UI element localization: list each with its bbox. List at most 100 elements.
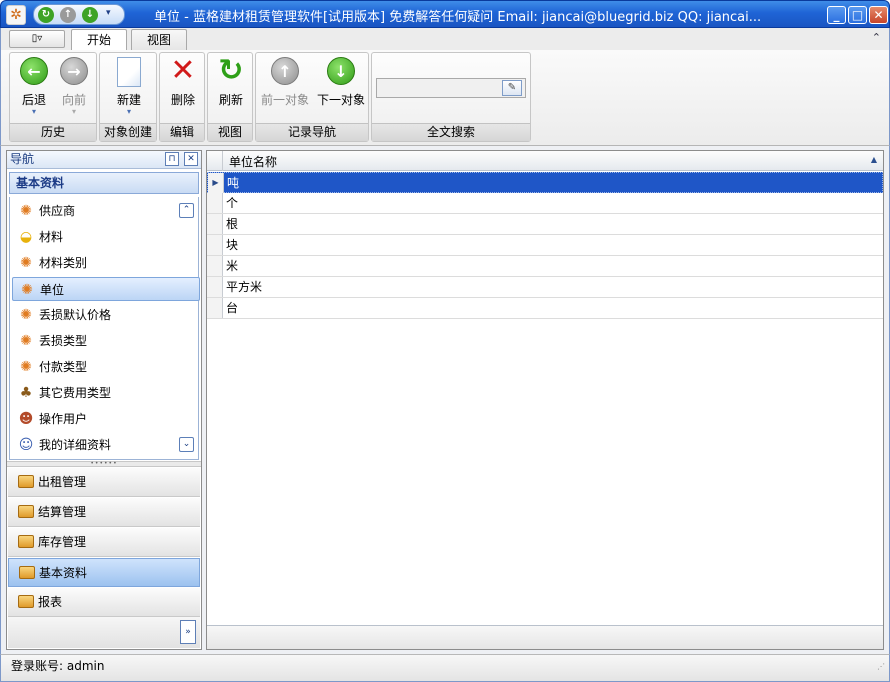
quick-access-dropdown-icon[interactable]: ▾ <box>106 8 111 18</box>
back-button[interactable]: ← 后退 ▾ <box>16 57 52 116</box>
forward-button[interactable]: → 向前 ▾ <box>56 57 92 116</box>
hardhat-icon: ◒ <box>19 229 33 245</box>
navigation-header: 导航 ⊓ ✕ <box>7 151 201 169</box>
scroll-down-icon[interactable]: ⌄ <box>179 437 194 452</box>
nav-item-other-fee-type[interactable]: ♣ 其它费用类型 <box>12 381 200 405</box>
nav-item-my-details[interactable]: ☺ 我的详细资料 <box>12 433 200 457</box>
down-arrow-icon: ↓ <box>327 57 355 85</box>
cell-unit-name[interactable]: 个 <box>226 193 238 213</box>
row-indicator <box>207 277 223 297</box>
row-indicator <box>207 214 223 234</box>
nav-item-material[interactable]: ◒ 材料 <box>12 225 200 249</box>
pin-icon[interactable]: ⊓ <box>165 152 179 166</box>
gear-icon: ✺ <box>20 255 32 271</box>
nav-group-inventory-management[interactable]: 库存管理 <box>8 528 200 557</box>
cell-unit-name[interactable]: 块 <box>226 235 238 255</box>
column-header-unit-name[interactable]: 单位名称 <box>229 153 277 170</box>
group-label-edit: 编辑 <box>160 123 204 141</box>
table-row[interactable]: ▶ 吨 <box>207 172 883 193</box>
nav-item-loss-default-price[interactable]: ✺ 丢损默认价格 <box>12 303 200 327</box>
group-full-text-search: ✎ 全文搜索 <box>371 52 531 142</box>
application-menu-button[interactable]: ▯▿ <box>9 30 65 48</box>
gear-icon: ✺ <box>20 333 32 349</box>
table-row[interactable]: 根 <box>207 214 883 235</box>
more-groups-icon[interactable]: » <box>180 620 196 644</box>
cell-unit-name[interactable]: 根 <box>226 214 238 234</box>
group-label-view: 视图 <box>208 123 252 141</box>
ribbon: ← 后退 ▾ → 向前 ▾ 历史 新建 ▾ 对象创建 ✕ 删除 编辑 ↻ 刷新 <box>0 50 890 146</box>
row-indicator <box>207 235 223 255</box>
row-indicator-header <box>207 151 223 171</box>
group-create: 新建 ▾ 对象创建 <box>99 52 157 142</box>
gear-icon: ✺ <box>20 359 32 375</box>
next-record-button[interactable]: ↓ 下一对象 <box>314 57 368 108</box>
tab-view[interactable]: 视图 <box>131 29 187 50</box>
maximize-button[interactable]: □ <box>848 6 867 24</box>
quick-refresh-icon[interactable]: ↻ <box>38 7 54 23</box>
nav-group-rental-management[interactable]: 出租管理 <box>8 468 200 497</box>
quick-access-toolbar: ↻ ↑ ↓ ▾ <box>33 4 125 25</box>
navigation-title: 导航 <box>10 152 35 166</box>
collapse-ribbon-icon[interactable]: ⌃ <box>872 31 881 44</box>
nav-item-material-category[interactable]: ✺ 材料类别 <box>12 251 200 275</box>
tab-start[interactable]: 开始 <box>71 29 127 50</box>
group-view: ↻ 刷新 视图 <box>207 52 253 142</box>
splitter-handle[interactable]: •••••• <box>7 461 201 467</box>
minimize-button[interactable]: _ <box>827 6 846 24</box>
delete-button[interactable]: ✕ 删除 <box>164 56 202 108</box>
cell-unit-name[interactable]: 吨 <box>227 173 239 193</box>
navigation-panel: 导航 ⊓ ✕ 基本资料 ✺ 供应商 ◒ 材料 ✺ 材料类别 ✺ 单位 ✺ 丢损默认价格 ✺… <box>6 150 202 650</box>
quick-next-icon[interactable]: ↓ <box>82 7 98 23</box>
nav-item-operator-user[interactable]: ☻ 操作用户 <box>12 407 200 431</box>
search-eraser-icon[interactable]: ✎ <box>502 80 522 96</box>
table-row[interactable]: 个 <box>207 193 883 214</box>
back-dropdown-icon: ▾ <box>31 107 36 116</box>
nav-item-unit[interactable]: ✺ 单位 <box>12 277 200 301</box>
table-row[interactable]: 块 <box>207 235 883 256</box>
nav-item-loss-type[interactable]: ✺ 丢损类型 <box>12 329 200 353</box>
nav-section-title: 基本资料 <box>9 172 199 194</box>
cell-unit-name[interactable]: 平方米 <box>226 277 262 297</box>
users-icon: ☻ <box>18 411 34 427</box>
login-account-text: 登录账号: admin <box>11 659 105 673</box>
quick-prev-icon[interactable]: ↑ <box>60 7 76 23</box>
app-logo-icon[interactable]: ✲ <box>6 5 26 25</box>
back-arrow-icon: ← <box>20 57 48 85</box>
user-icon: ☺ <box>18 437 34 453</box>
nav-group-basic-data[interactable]: 基本资料 <box>8 558 200 587</box>
group-history: ← 后退 ▾ → 向前 ▾ 历史 <box>9 52 97 142</box>
nav-item-supplier[interactable]: ✺ 供应商 <box>12 199 200 223</box>
nav-item-payment-type[interactable]: ✺ 付款类型 <box>12 355 200 379</box>
folder-icon <box>18 535 34 548</box>
up-arrow-icon: ↑ <box>271 57 299 85</box>
new-button[interactable]: 新建 ▾ <box>104 57 154 116</box>
new-dropdown-icon: ▾ <box>126 107 131 116</box>
group-label-record-navigation: 记录导航 <box>256 123 368 141</box>
close-window-button[interactable]: ✕ <box>869 6 888 24</box>
group-label-search: 全文搜索 <box>372 123 530 141</box>
close-panel-icon[interactable]: ✕ <box>184 152 198 166</box>
folder-icon <box>18 475 34 488</box>
group-record-navigation: ↑ 前一对象 ↓ 下一对象 记录导航 <box>255 52 369 142</box>
scroll-up-icon[interactable]: ⌃ <box>179 203 194 218</box>
gear-icon: ✺ <box>21 282 33 298</box>
previous-record-button[interactable]: ↑ 前一对象 <box>258 57 312 108</box>
cell-unit-name[interactable]: 台 <box>226 298 238 318</box>
nav-group-overflow-bar: » <box>8 617 200 648</box>
window-title: 单位 - 蓝格建材租赁管理软件[试用版本] 免费解答任何疑问 Email: ji… <box>154 10 762 25</box>
group-label-create: 对象创建 <box>100 123 156 141</box>
refresh-icon: ↻ <box>218 53 244 88</box>
table-row[interactable]: 台 <box>207 298 883 319</box>
current-row-indicator-icon: ▶ <box>208 173 224 193</box>
cell-unit-name[interactable]: 米 <box>226 256 238 276</box>
table-row[interactable]: 平方米 <box>207 277 883 298</box>
folder-icon <box>18 505 34 518</box>
nav-group-reports[interactable]: 报表 <box>8 588 200 617</box>
table-row[interactable]: 米 <box>207 256 883 277</box>
resize-grip-icon[interactable]: ⋰ <box>877 656 885 678</box>
forward-arrow-icon: → <box>60 57 88 85</box>
row-indicator <box>207 256 223 276</box>
nav-group-settlement-management[interactable]: 结算管理 <box>8 498 200 527</box>
refresh-button[interactable]: ↻ 刷新 <box>212 53 250 108</box>
gear-icon: ✺ <box>20 307 32 323</box>
